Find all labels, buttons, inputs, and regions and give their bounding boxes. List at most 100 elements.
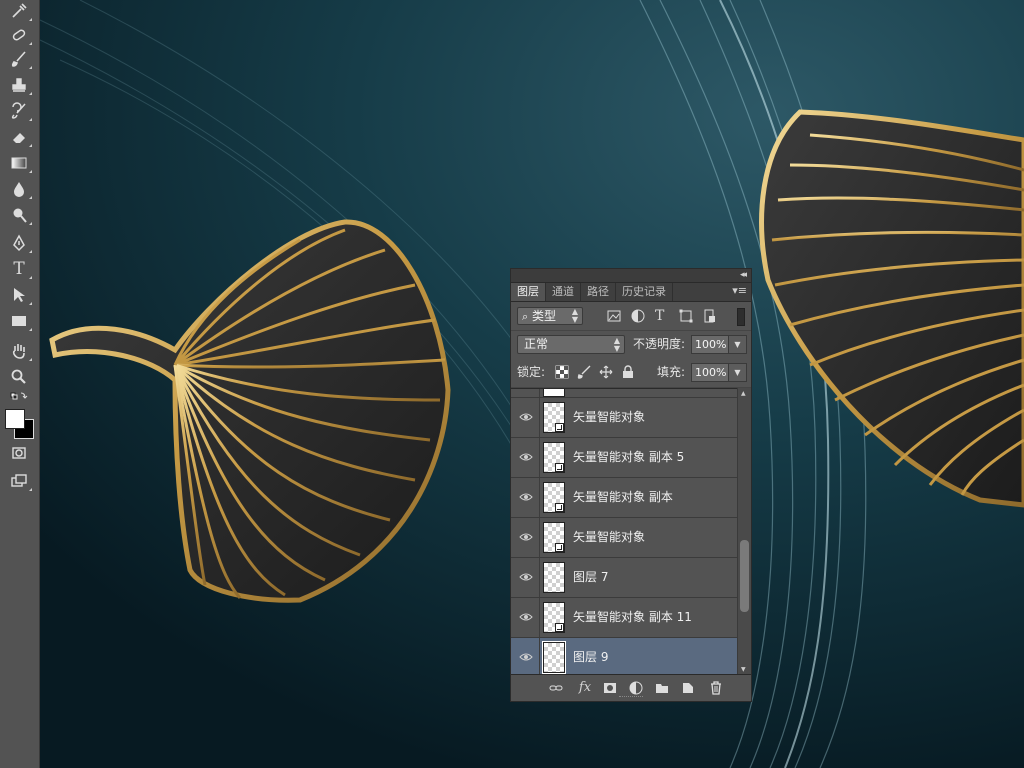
lock-position-icon[interactable] [599, 365, 613, 379]
eye-visibility-icon[interactable] [519, 491, 533, 503]
lock-label: 锁定: [517, 365, 546, 379]
foreground-color-swatch[interactable] [5, 409, 25, 429]
layer-divider [539, 438, 540, 477]
layer-name: 矢量智能对象 [573, 410, 646, 424]
scrollbar-thumb[interactable] [740, 540, 749, 612]
layer-row[interactable]: 矢量智能对象 [511, 518, 737, 558]
eye-visibility-icon[interactable] [519, 571, 533, 583]
resize-grip[interactable] [619, 696, 643, 700]
layer-divider [539, 638, 540, 676]
layer-filter-select[interactable]: ⌕ 类型 ▲ ▼ [517, 307, 583, 325]
dodge-icon[interactable] [6, 204, 32, 226]
history-brush-icon[interactable] [6, 100, 32, 122]
layer-name: 矢量智能对象 副本 11 [573, 610, 692, 624]
filter-row: ⌕ 类型 ▲ ▼ T [511, 302, 751, 331]
opacity-label: 不透明度: [633, 337, 686, 351]
layer-row[interactable]: 矢量智能对象 副本 [511, 478, 737, 518]
layer-thumbnail [543, 602, 565, 633]
layer-thumbnail [542, 641, 566, 674]
layers-panel: ◂◂ 图层 通道 路径 历史记录 ▾≡ ⌕ 类型 ▲ ▼ T 正常 ▲ ▼ 不透明度… [510, 268, 752, 702]
swap-colors-icon[interactable] [6, 390, 32, 404]
eye-visibility-icon[interactable] [519, 651, 533, 663]
folder-icon[interactable] [653, 680, 671, 696]
eyedropper-icon[interactable] [6, 0, 32, 22]
lock-row: 锁定: 填充: 100% ▼ [511, 359, 751, 388]
fill-field[interactable]: 100% ▼ [691, 363, 747, 382]
filter-toggle[interactable] [737, 308, 745, 326]
mask-icon[interactable] [601, 680, 619, 696]
brush-icon[interactable] [6, 48, 32, 70]
chevron-down-icon[interactable]: ▼ [728, 364, 746, 381]
blur-drop-icon[interactable] [6, 178, 32, 200]
new-layer-icon[interactable] [679, 680, 697, 696]
quick-mask-icon[interactable] [6, 442, 32, 464]
eye-visibility-icon[interactable] [519, 411, 533, 423]
opacity-field[interactable]: 100% ▼ [691, 335, 747, 354]
layers-scrollbar[interactable]: ▲ ▼ [737, 388, 751, 675]
rectangle-icon[interactable] [6, 310, 32, 332]
color-swatches-icon[interactable] [4, 407, 34, 439]
layer-divider [539, 558, 540, 597]
zoom-icon[interactable] [6, 366, 32, 388]
lock-transparent-icon[interactable] [555, 365, 569, 379]
smart-object-badge-icon [555, 543, 564, 552]
layer-thumbnail [543, 522, 565, 553]
search-icon: ⌕ [522, 310, 529, 323]
scroll-up-icon[interactable]: ▲ [741, 390, 746, 397]
adjustment-filter-icon[interactable] [631, 309, 645, 323]
clone-stamp-icon[interactable] [6, 74, 32, 96]
layer-name: 矢量智能对象 副本 5 [573, 450, 685, 464]
lock-all-icon[interactable] [621, 365, 635, 379]
panel-menu-icon[interactable]: ▾≡ [732, 284, 747, 297]
adjustment-icon[interactable] [627, 680, 645, 696]
screen-mode-icon[interactable] [6, 470, 32, 492]
layers-list: 矢量智能对象 矢量智能对象 副本 5 矢量智能对象 副本 矢量智能对象 图层 7 矢量智能… [511, 388, 737, 676]
layer-divider [539, 518, 540, 557]
tab-layers[interactable]: 图层 [511, 283, 546, 301]
fx-icon[interactable]: fx [575, 680, 595, 696]
layer-row[interactable]: 矢量智能对象 [511, 398, 737, 438]
chevron-down-icon[interactable]: ▼ [728, 336, 746, 353]
eye-visibility-icon[interactable] [519, 451, 533, 463]
scroll-down-icon[interactable]: ▼ [741, 666, 746, 673]
collapse-panel-icon[interactable]: ◂◂ [740, 270, 747, 280]
pixel-filter-icon[interactable] [607, 309, 621, 323]
panel-tabs: 图层 通道 路径 历史记录 ▾≡ [511, 283, 751, 302]
layer-name: 图层 9 [573, 650, 609, 664]
layer-row[interactable]: 矢量智能对象 副本 5 [511, 438, 737, 478]
layer-divider [539, 389, 540, 397]
type-icon[interactable]: T [6, 258, 32, 280]
smart-object-badge-icon [555, 503, 564, 512]
smart-object-badge-icon [555, 423, 564, 432]
tab-channels[interactable]: 通道 [546, 283, 581, 301]
lock-pixels-icon[interactable] [577, 365, 591, 379]
layer-row[interactable]: 图层 7 [511, 558, 737, 598]
filter-label: 类型 [532, 309, 557, 323]
layer-row-partial[interactable] [511, 389, 737, 398]
hand-icon[interactable] [6, 340, 32, 362]
layer-row[interactable]: 矢量智能对象 副本 11 [511, 598, 737, 638]
panel-header: ◂◂ [511, 269, 751, 283]
layer-thumbnail [543, 442, 565, 473]
path-selection-icon[interactable] [6, 284, 32, 306]
blend-mode-select[interactable]: 正常 ▲ ▼ [517, 335, 625, 354]
trash-icon[interactable] [707, 680, 725, 696]
tab-history[interactable]: 历史记录 [616, 283, 673, 301]
shape-filter-icon[interactable] [679, 309, 693, 323]
link-icon[interactable] [547, 680, 565, 696]
eraser-icon[interactable] [6, 126, 32, 148]
layer-divider [539, 598, 540, 637]
type-icon-glyph: T [13, 259, 25, 279]
layer-row[interactable]: 图层 9 [511, 638, 737, 676]
smart-object-filter-icon[interactable] [703, 309, 717, 323]
opacity-value: 100% [695, 338, 727, 351]
eye-visibility-icon[interactable] [519, 531, 533, 543]
gradient-icon[interactable] [6, 152, 32, 174]
healing-brush-icon[interactable] [6, 24, 32, 46]
tab-paths[interactable]: 路径 [581, 283, 616, 301]
layer-divider [539, 398, 540, 437]
type-filter-icon[interactable]: T [655, 309, 669, 323]
eye-visibility-icon[interactable] [519, 611, 533, 623]
fill-label: 填充: [657, 365, 686, 379]
pen-icon[interactable] [6, 232, 32, 254]
